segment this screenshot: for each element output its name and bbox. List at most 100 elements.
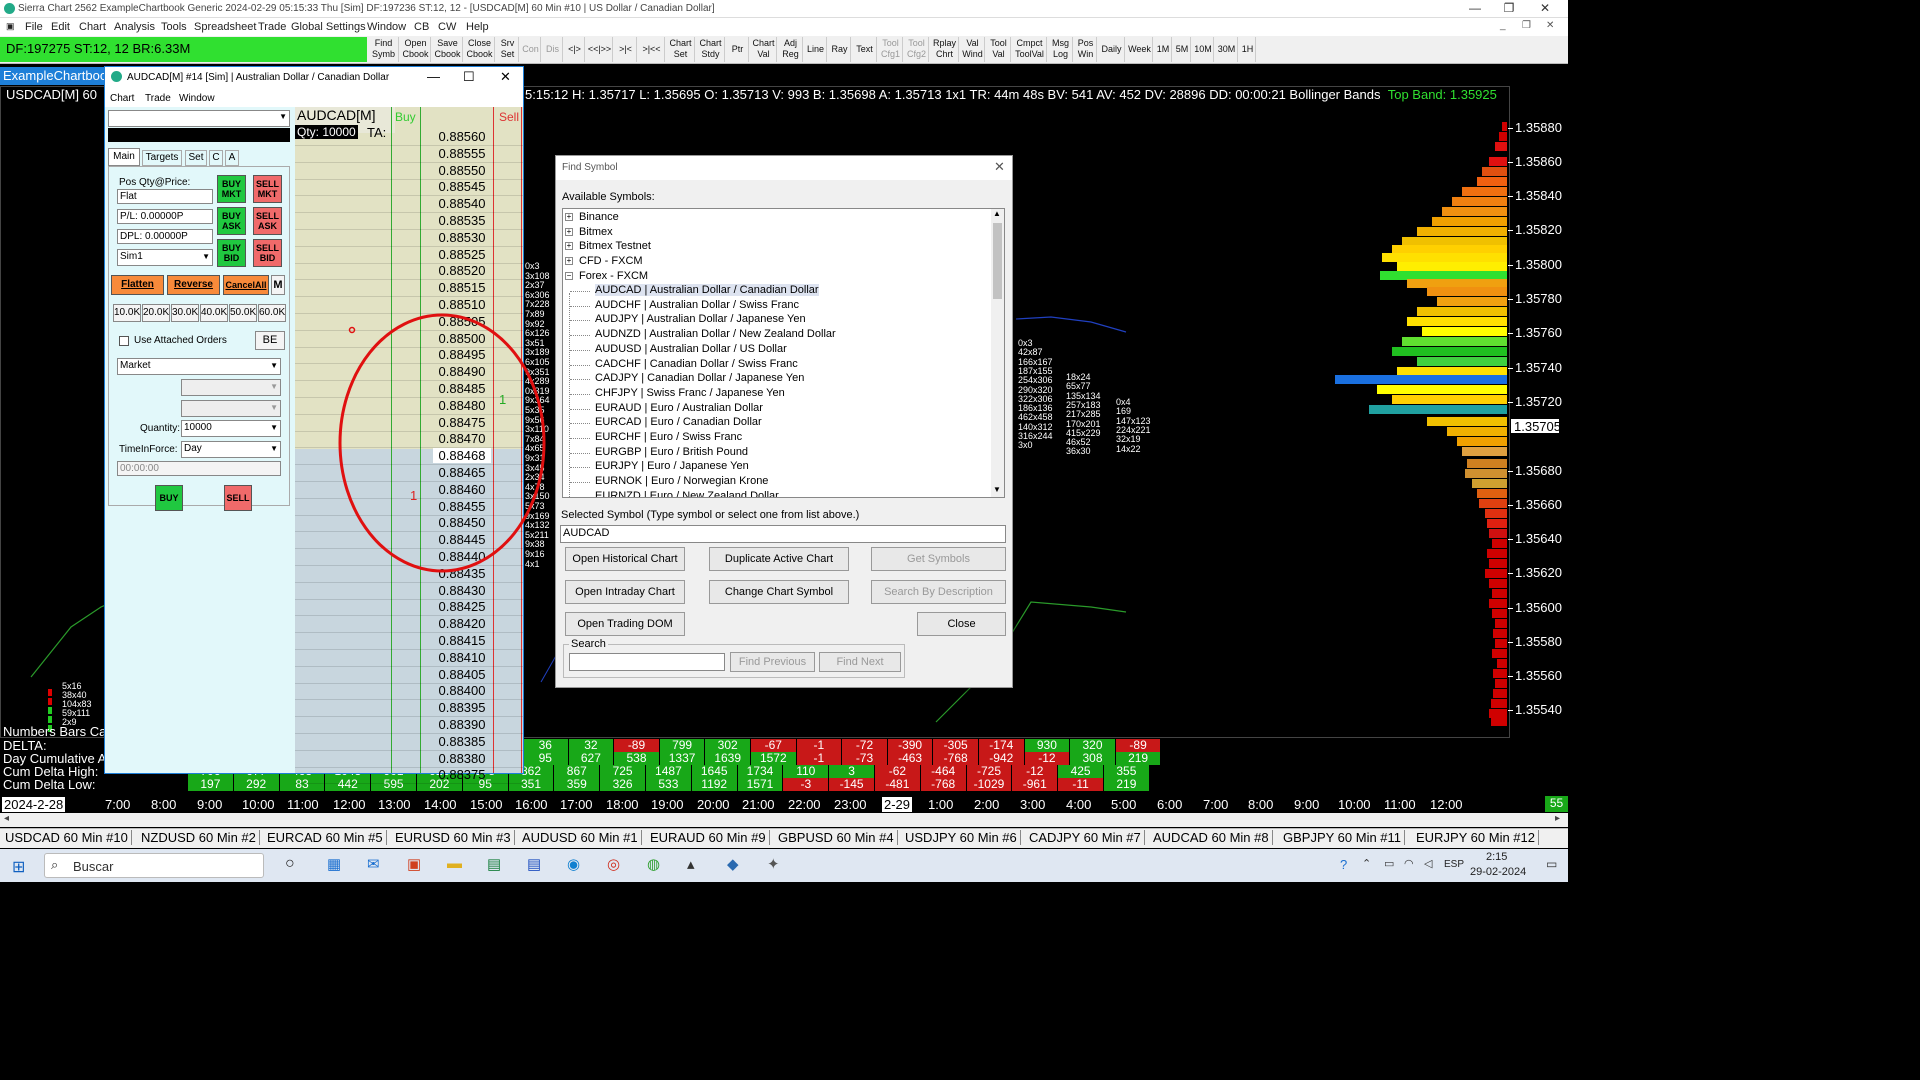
word-icon[interactable]: ▤ xyxy=(527,855,541,873)
duplicate-active-chart-button[interactable]: Duplicate Active Chart xyxy=(709,547,849,571)
price1-dropdown[interactable]: ▼ xyxy=(181,379,281,396)
symbol-item[interactable]: EURCHF | Euro / Swiss Franc xyxy=(595,431,742,443)
buy-bid-button[interactable]: BUY BID xyxy=(217,239,246,267)
ladder-price[interactable]: 0.88550 xyxy=(433,163,491,178)
quantity-field[interactable]: 10000 ▼ xyxy=(181,420,281,437)
menu-trade[interactable]: Trade xyxy=(258,21,286,33)
ladder-price[interactable]: 0.88515 xyxy=(433,280,491,295)
dom-menu-chart[interactable]: Chart xyxy=(110,93,134,104)
dom-close-icon[interactable]: ✕ xyxy=(500,69,511,85)
menu-tools[interactable]: Tools xyxy=(161,21,187,33)
expand-icon[interactable]: + xyxy=(565,257,573,266)
expand-icon[interactable]: + xyxy=(565,213,573,221)
expand-icon[interactable]: + xyxy=(565,242,573,251)
open-trading-dom-button[interactable]: Open Trading DOM xyxy=(565,612,685,636)
buy-ask-button[interactable]: BUY ASK xyxy=(217,207,246,235)
close-icon[interactable]: ✕ xyxy=(1530,1,1560,15)
qty-button[interactable]: 20.0K xyxy=(142,304,170,322)
menu-cw[interactable]: CW xyxy=(438,21,456,33)
toolbar-button-line-16[interactable]: Line xyxy=(805,37,827,62)
mdi-minimize-icon[interactable]: _ xyxy=(1500,20,1506,31)
menu-cb[interactable]: CB xyxy=(414,21,429,33)
chart-tab[interactable]: EURAUD 60 Min #9 xyxy=(647,830,770,845)
attached-orders-checkbox[interactable] xyxy=(119,336,129,346)
menu-spreadsheet[interactable]: Spreadsheet xyxy=(194,21,256,33)
app-icon-4[interactable]: ✦ xyxy=(767,855,780,873)
toolbar-button-closecbook-3[interactable]: Close Cbook xyxy=(465,37,495,62)
search-by-description-button[interactable]: Search By Description xyxy=(871,580,1006,604)
tab-set[interactable]: Set xyxy=(185,150,207,166)
selected-symbol-input[interactable]: AUDCAD xyxy=(560,525,1006,543)
symbol-tree[interactable]: ▲ ▼ + Binance + Bitmex + Bitmex Testnet + CFD -… xyxy=(562,208,1005,498)
menu-edit[interactable]: Edit xyxy=(51,21,70,33)
symbol-tree-scrollbar[interactable]: ▲ ▼ xyxy=(991,209,1004,497)
excel-icon[interactable]: ▤ xyxy=(487,855,501,873)
toolbar-button-30m-32[interactable]: 30M xyxy=(1216,37,1238,62)
toolbar-button-cmpcttoolval-24[interactable]: Cmpct ToolVal xyxy=(1013,37,1047,62)
tab-targets[interactable]: Targets xyxy=(142,150,182,166)
chart-tab[interactable]: USDCAD 60 Min #10 xyxy=(2,830,132,845)
tray-chevron-icon[interactable]: ⌃ xyxy=(1362,857,1371,870)
menu-global-settings[interactable]: Global Settings xyxy=(291,21,366,33)
m-button[interactable]: M xyxy=(271,275,285,295)
chart-tab[interactable]: GBPJPY 60 Min #11 xyxy=(1280,830,1406,845)
toolbar-button-chartval-14[interactable]: Chart Val xyxy=(751,37,777,62)
menu-file[interactable]: File xyxy=(25,21,43,33)
toolbar-button-adjreg-15[interactable]: Adj Reg xyxy=(779,37,803,62)
dom-menu-window[interactable]: Window xyxy=(179,93,215,104)
chart-tab[interactable]: GBPUSD 60 Min #4 xyxy=(775,830,898,845)
toolbar-button-savecbook-2[interactable]: Save Cbook xyxy=(433,37,463,62)
symbol-item[interactable]: AUDJPY | Australian Dollar / Japanese Ye… xyxy=(595,313,806,325)
find-previous-button[interactable]: Find Previous xyxy=(730,652,815,672)
toolbar-button-opencbook-1[interactable]: Open Cbook xyxy=(401,37,431,62)
tab-a[interactable]: A xyxy=(225,150,239,166)
expand-icon[interactable]: − xyxy=(565,271,573,280)
menu-analysis[interactable]: Analysis xyxy=(114,21,155,33)
order-type-dropdown[interactable]: Market ▼ xyxy=(117,358,281,375)
language-indicator[interactable]: ESP xyxy=(1444,859,1464,870)
expand-icon[interactable]: + xyxy=(565,227,573,236)
chart-tab[interactable]: EURCAD 60 Min #5 xyxy=(264,830,387,845)
symbol-group[interactable]: Bitmex xyxy=(579,226,613,238)
clock-time[interactable]: 2:15 xyxy=(1486,851,1507,863)
sell-ask-button[interactable]: SELL ASK xyxy=(253,207,282,235)
qty-button[interactable]: 30.0K xyxy=(171,304,199,322)
toolbar-button-week-28[interactable]: Week xyxy=(1127,37,1153,62)
chart-tab[interactable]: AUDCAD 60 Min #8 xyxy=(1150,830,1273,845)
qty-button[interactable]: 10.0K xyxy=(113,304,141,322)
taskbar-search[interactable]: ⌕ Buscar xyxy=(44,853,264,878)
price2-dropdown[interactable]: ▼ xyxy=(181,400,281,417)
help-icon[interactable]: ? xyxy=(1340,857,1347,872)
dom-minimize-icon[interactable]: — xyxy=(427,69,440,84)
tab-c[interactable]: C xyxy=(209,150,223,166)
toolbar-button-findsymb-0[interactable]: Find Symb xyxy=(369,37,399,62)
chartbook-tab[interactable]: ExampleChartbook xyxy=(0,67,104,85)
qty-button[interactable]: 40.0K xyxy=(200,304,228,322)
toolbar-button-1h-33[interactable]: 1H xyxy=(1240,37,1256,62)
toolbar-button--10[interactable]: >|<< xyxy=(639,37,665,62)
open-intraday-chart-button[interactable]: Open Intraday Chart xyxy=(565,580,685,604)
change-chart-symbol-button[interactable]: Change Chart Symbol xyxy=(709,580,849,604)
toolbar-button-10m-31[interactable]: 10M xyxy=(1193,37,1214,62)
toolbar-button-dis-6[interactable]: Dis xyxy=(543,37,563,62)
toolbar-button-valwind-22[interactable]: Val Wind xyxy=(961,37,985,62)
scroll-up-icon[interactable]: ▲ xyxy=(993,209,1001,218)
dom-maximize-icon[interactable]: ☐ xyxy=(463,69,475,85)
find-next-button[interactable]: Find Next xyxy=(819,652,901,672)
horizontal-scrollbar[interactable]: ◂ ▸ xyxy=(0,813,1568,827)
ladder-price[interactable]: 0.88400 xyxy=(433,683,491,698)
menu-window[interactable]: Window xyxy=(367,21,406,33)
chart-tab[interactable]: AUDUSD 60 Min #1 xyxy=(519,830,642,845)
flatten-button[interactable]: Flatten xyxy=(111,275,164,295)
ladder-price[interactable]: 0.88525 xyxy=(433,247,491,262)
clock-date[interactable]: 29-02-2024 xyxy=(1470,866,1526,878)
symbol-item[interactable]: CHFJPY | Swiss Franc / Japanese Yen xyxy=(595,387,785,399)
scroll-thumb[interactable] xyxy=(993,223,1002,299)
minimize-icon[interactable]: — xyxy=(1460,1,1490,15)
sell-bid-button[interactable]: SELL BID xyxy=(253,239,282,267)
scroll-left-icon[interactable]: ◂ xyxy=(4,813,9,824)
get-symbols-button[interactable]: Get Symbols xyxy=(871,547,1006,571)
ladder-price[interactable]: 0.88555 xyxy=(433,146,491,161)
open-historical-chart-button[interactable]: Open Historical Chart xyxy=(565,547,685,571)
ladder-price[interactable]: 0.88415 xyxy=(433,633,491,648)
